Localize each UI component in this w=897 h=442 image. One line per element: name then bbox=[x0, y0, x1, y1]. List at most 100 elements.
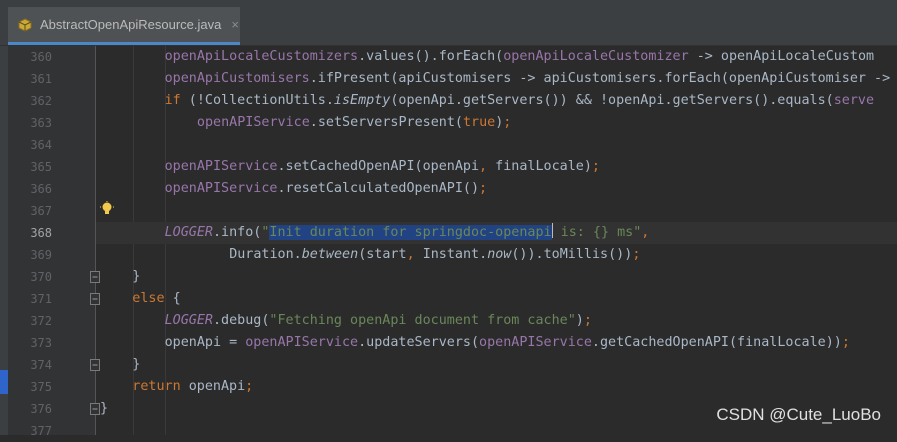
code-line[interactable]: LOGGER.debug("Fetching openApi document … bbox=[96, 310, 897, 332]
code-token: .values().forEach( bbox=[358, 49, 504, 64]
code-line[interactable]: if (!CollectionUtils.isEmpty(openApi.get… bbox=[96, 90, 897, 112]
code-text: openAPIService.resetCalculatedOpenAPI(); bbox=[165, 178, 487, 200]
code-token: .ifPresent(apiCustomisers -> apiCustomis… bbox=[309, 71, 891, 86]
code-token: openApi bbox=[188, 379, 246, 394]
code-line[interactable] bbox=[96, 134, 897, 156]
code-text: else { bbox=[132, 288, 180, 310]
code-token: .setCachedOpenAPI(openApi bbox=[277, 159, 480, 174]
tab-filename: AbstractOpenApiResource.java bbox=[40, 17, 222, 32]
code-text: if (!CollectionUtils.isEmpty(openApi.get… bbox=[165, 90, 874, 112]
code-line[interactable]: openApi = openAPIService.updateServers(o… bbox=[96, 332, 897, 354]
left-tool-strip bbox=[0, 46, 8, 435]
code-line[interactable] bbox=[96, 200, 897, 222]
code-token: .info( bbox=[212, 225, 262, 240]
code-token: (openApi.getServers()) && !openApi.getSe… bbox=[390, 93, 834, 108]
fold-end-icon[interactable] bbox=[90, 271, 100, 283]
line-number: 368 bbox=[30, 226, 52, 240]
fold-end-icon[interactable] bbox=[90, 359, 100, 371]
code-token: -> openApiLocaleCustom bbox=[688, 49, 875, 64]
code-token: , bbox=[406, 247, 423, 262]
code-line[interactable]: openApiLocaleCustomizers.values().forEac… bbox=[96, 46, 897, 68]
code-token: } bbox=[132, 269, 141, 284]
code-token: Instant. bbox=[422, 247, 488, 262]
code-line[interactable]: openApiCustomisers.ifPresent(apiCustomis… bbox=[96, 68, 897, 90]
code-token: ) bbox=[575, 313, 584, 328]
code-token: .updateServers( bbox=[358, 335, 480, 350]
code-line[interactable]: } bbox=[96, 354, 897, 376]
code-token: ; bbox=[841, 335, 850, 350]
code-token: ; bbox=[632, 247, 641, 262]
code-token: openApiLocaleCustomizers bbox=[164, 49, 359, 64]
line-number-gutter: 360 361 362 363 364 365 366 367 368 369 370 371 372 3… bbox=[8, 46, 96, 438]
code-line[interactable]: openAPIService.setServersPresent(true); bbox=[96, 112, 897, 134]
java-class-file-icon bbox=[18, 17, 32, 32]
code-line[interactable]: LOGGER.info("Init duration for springdoc… bbox=[96, 222, 897, 244]
code-text: openApiLocaleCustomizers.values().forEac… bbox=[165, 46, 874, 68]
code-token: (!CollectionUtils. bbox=[188, 93, 334, 108]
code-text: openAPIService.setServersPresent(true); bbox=[197, 112, 511, 134]
line-number: 376 bbox=[30, 402, 52, 416]
line-number: 370 bbox=[30, 270, 52, 284]
code-text: } bbox=[100, 398, 108, 420]
line-number: 364 bbox=[30, 138, 52, 152]
editor-tab-bar: AbstractOpenApiResource.java × bbox=[0, 0, 897, 46]
line-number: 360 bbox=[30, 50, 52, 64]
line-number: 377 bbox=[30, 424, 52, 438]
code-token: return bbox=[132, 379, 189, 394]
line-number: 371 bbox=[30, 292, 52, 306]
line-number: 375 bbox=[30, 380, 52, 394]
code-line[interactable]: else { bbox=[96, 288, 897, 310]
tab-abstract-openapi-resource[interactable]: AbstractOpenApiResource.java × bbox=[8, 7, 240, 45]
intention-bulb-icon[interactable] bbox=[100, 201, 114, 217]
code-line[interactable]: openAPIService.setCachedOpenAPI(openApi,… bbox=[96, 156, 897, 178]
code-token: openAPIService bbox=[164, 181, 278, 196]
code-token: finalLocale) bbox=[495, 159, 592, 174]
code-token: .debug( bbox=[212, 313, 270, 328]
code-token: openApiLocaleCustomizer bbox=[503, 49, 689, 64]
code-text: openApiCustomisers.ifPresent(apiCustomis… bbox=[165, 68, 891, 90]
tab-close-icon[interactable]: × bbox=[231, 17, 239, 32]
code-text: Duration.between(start, Instant.now()).t… bbox=[229, 244, 640, 266]
fold-start-icon[interactable] bbox=[90, 293, 100, 305]
code-token: } bbox=[132, 357, 141, 372]
line-number: 361 bbox=[30, 72, 52, 86]
code-token: openAPIService bbox=[479, 335, 592, 350]
code-token: true bbox=[462, 115, 496, 130]
watermark: CSDN @Cute_LuoBo bbox=[716, 405, 881, 424]
code-token: , bbox=[479, 159, 496, 174]
code-token: else bbox=[132, 291, 173, 306]
code-token: , bbox=[641, 225, 650, 240]
code-token: if bbox=[164, 93, 189, 108]
code-line[interactable]: } bbox=[96, 266, 897, 288]
line-number: 372 bbox=[30, 314, 52, 328]
code-token: between bbox=[301, 247, 359, 262]
code-text: } bbox=[132, 354, 140, 376]
code-token: ; bbox=[479, 181, 488, 196]
code-token: .setServersPresent( bbox=[309, 115, 463, 130]
code-text: return openApi; bbox=[132, 376, 253, 398]
code-token: openAPIService bbox=[196, 115, 310, 130]
line-number: 373 bbox=[30, 336, 52, 350]
code-token: Init duration for springdoc-openapi bbox=[269, 225, 552, 240]
code-token: openAPIService bbox=[164, 159, 278, 174]
code-token: openApiCustomisers bbox=[164, 71, 310, 86]
code-text: LOGGER.debug("Fetching openApi document … bbox=[165, 310, 592, 332]
fold-end-icon[interactable] bbox=[90, 403, 100, 415]
code-token: LOGGER bbox=[164, 225, 213, 240]
code-line[interactable]: Duration.between(start, Instant.now()).t… bbox=[96, 244, 897, 266]
code-token: (start bbox=[358, 247, 407, 262]
code-token: ()).toMillis()) bbox=[511, 247, 633, 262]
code-token: ; bbox=[591, 159, 600, 174]
code-token: .getCachedOpenAPI(finalLocale)) bbox=[591, 335, 842, 350]
code-token: serve bbox=[833, 93, 875, 108]
code-text: openApi = openAPIService.updateServers(o… bbox=[165, 332, 850, 354]
code-line[interactable]: return openApi; bbox=[96, 376, 897, 398]
code-token: is: {} ms" bbox=[552, 225, 642, 240]
code-token: Duration. bbox=[229, 247, 302, 262]
line-number: 367 bbox=[30, 204, 52, 218]
code-token: .resetCalculatedOpenAPI() bbox=[277, 181, 480, 196]
code-token: ; bbox=[583, 313, 592, 328]
code-editor[interactable]: openApiLocaleCustomizers.values().forEac… bbox=[96, 46, 897, 435]
code-line[interactable]: openAPIService.resetCalculatedOpenAPI(); bbox=[96, 178, 897, 200]
line-number: 363 bbox=[30, 116, 52, 130]
